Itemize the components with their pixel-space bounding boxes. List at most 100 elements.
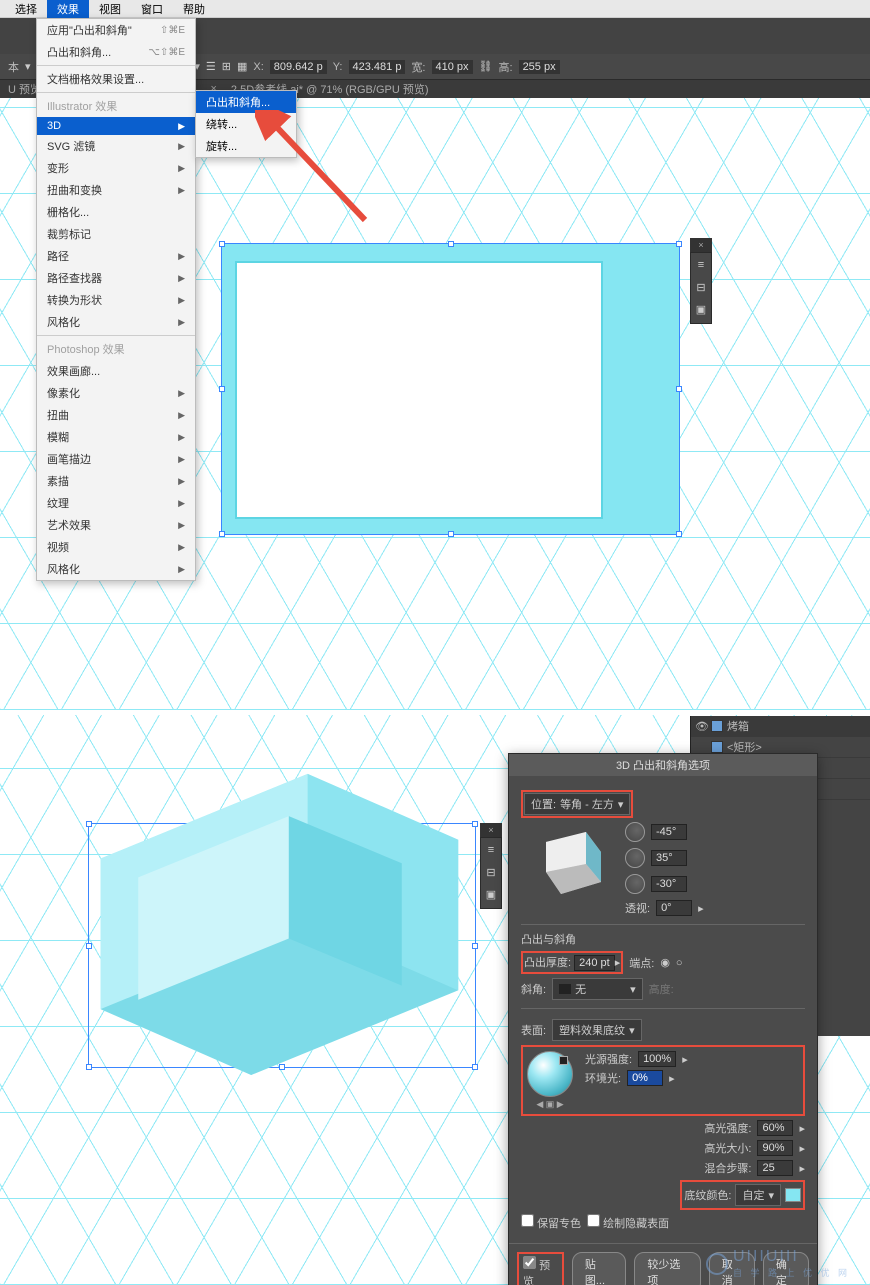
menu-doc-raster[interactable]: 文档栅格效果设置...	[37, 68, 195, 90]
menu-3d[interactable]: 3D▶	[37, 117, 195, 135]
eye-icon[interactable]: 👁	[695, 720, 707, 733]
height-label: 高度:	[649, 981, 674, 997]
menu-stylize[interactable]: 风格化▶	[37, 311, 195, 333]
menu-help[interactable]: 帮助	[173, 0, 215, 19]
mini-tools-panel: ≡ ⊟ ▣	[480, 837, 502, 909]
menu-section-ps: Photoshop 效果	[37, 338, 195, 360]
dialog-title: 3D 凸出和斜角选项	[509, 754, 817, 776]
bevel-label: 斜角:	[521, 981, 546, 997]
mini-panel-tab[interactable]: ×	[480, 823, 502, 837]
anchor-label: 本	[8, 59, 19, 75]
x-field[interactable]: 809.642 p	[270, 60, 327, 74]
distribute-icon[interactable]: ⊟	[484, 866, 498, 880]
mini-panel-tab[interactable]: ×	[690, 238, 712, 252]
h-label: 高:	[499, 59, 513, 75]
surface-dropdown[interactable]: 塑料效果底纹▾	[552, 1019, 642, 1041]
menu-cropmarks[interactable]: 裁剪标记	[37, 223, 195, 245]
highlight-field[interactable]: 60%	[757, 1120, 793, 1136]
x-label: X:	[253, 61, 263, 73]
depth-field[interactable]: 240 pt	[574, 955, 615, 971]
menu-pixelate[interactable]: 像素化▶	[37, 382, 195, 404]
menu-view[interactable]: 视图	[89, 0, 131, 19]
rot-x-dial[interactable]	[625, 822, 645, 842]
distribute-icon[interactable]: ⊟	[694, 281, 708, 295]
menu-blur[interactable]: 模糊▶	[37, 426, 195, 448]
extrude-section: 凸出与斜角 凸出厚度: 240 pt▸ 端点: ◉ ○ 斜角: 无▾ 高度:	[521, 924, 805, 1000]
bevel-dropdown[interactable]: 无▾	[552, 978, 643, 1000]
pathfinder-icon[interactable]: ▣	[694, 303, 708, 317]
shade-color-swatch[interactable]	[785, 1188, 801, 1202]
menu-artistic[interactable]: 艺术效果▶	[37, 514, 195, 536]
cube-preview[interactable]	[521, 822, 611, 902]
bottom-screenshot: × ≡ ⊟ ▣ 👁烤箱 <矩形> <圆> <复合路径> 3D 凸出和斜角选项 位…	[0, 715, 870, 1285]
fewer-options-button[interactable]: 较少选项	[634, 1252, 700, 1285]
rot-y-field[interactable]: 35°	[651, 850, 687, 866]
menu-stylize2[interactable]: 风格化▶	[37, 558, 195, 580]
cap-on-icon[interactable]: ◉	[660, 956, 670, 969]
grid-icon[interactable]: ▦	[237, 60, 247, 73]
top-screenshot: 选择 效果 视图 窗口 帮助 本▾ 不透明度: 100%▾ 样式: ▾ ☰ ⊞ …	[0, 0, 870, 710]
section-label: 凸出与斜角	[521, 931, 805, 947]
menu-distort[interactable]: 扭曲和变换▶	[37, 179, 195, 201]
menu-svg-filter[interactable]: SVG 滤镜▶	[37, 135, 195, 157]
artwork-3d-box[interactable]	[60, 755, 480, 1075]
y-label: Y:	[333, 61, 343, 73]
layer-name[interactable]: 烤箱	[727, 718, 749, 734]
annotation-arrow-icon	[255, 110, 375, 230]
menu-sketch[interactable]: 素描▶	[37, 470, 195, 492]
pathfinder-icon[interactable]: ▣	[484, 888, 498, 902]
light-sphere[interactable]	[527, 1051, 573, 1097]
menu-video[interactable]: 视频▶	[37, 536, 195, 558]
menu-section-ai: Illustrator 效果	[37, 95, 195, 117]
perspective-field[interactable]: 0°	[656, 900, 692, 916]
cap-label: 端点:	[629, 955, 654, 971]
align-icon[interactable]: ≡	[484, 844, 498, 858]
ambient-field[interactable]: 0%	[627, 1070, 663, 1086]
shade-color-dropdown[interactable]: 自定▾	[735, 1184, 781, 1206]
y-field[interactable]: 423.481 p	[349, 60, 406, 74]
light-intensity-field[interactable]: 100%	[638, 1051, 676, 1067]
menu-rasterize[interactable]: 栅格化...	[37, 201, 195, 223]
dialog-3d-extrude: 3D 凸出和斜角选项 位置: 等角 - 左方▾ -45° 35° -30°	[508, 753, 818, 1285]
rot-z-dial[interactable]	[625, 874, 645, 894]
align-icon[interactable]: ≡	[694, 259, 708, 273]
menu-texture[interactable]: 纹理▶	[37, 492, 195, 514]
menu-select[interactable]: 选择	[5, 0, 47, 19]
perspective-label: 透视:	[625, 900, 650, 916]
h-field[interactable]: 255 px	[519, 60, 560, 74]
menu-effect[interactable]: 效果	[47, 0, 89, 19]
transform-icon[interactable]: ⊞	[222, 60, 231, 73]
app-menubar: 选择 效果 视图 窗口 帮助	[0, 0, 870, 18]
menu-apply-last[interactable]: 应用"凸出和斜角"⇧⌘E	[37, 19, 195, 41]
mini-tools-panel: ≡ ⊟ ▣	[690, 252, 712, 324]
rot-y-dial[interactable]	[625, 848, 645, 868]
w-field[interactable]: 410 px	[432, 60, 473, 74]
watermark-logo-icon	[706, 1253, 728, 1275]
selection-bounds[interactable]	[221, 243, 680, 535]
menu-path[interactable]: 路径▶	[37, 245, 195, 267]
menu-warp[interactable]: 变形▶	[37, 157, 195, 179]
w-label: 宽:	[411, 59, 425, 75]
preview-checkbox[interactable]: 预览	[517, 1252, 564, 1285]
align-icon[interactable]: ☰	[206, 60, 216, 73]
rot-z-field[interactable]: -30°	[651, 876, 687, 892]
menu-convert-shape[interactable]: 转换为形状▶	[37, 289, 195, 311]
effect-dropdown: 应用"凸出和斜角"⇧⌘E 凸出和斜角...⌥⇧⌘E 文档栅格效果设置... Il…	[36, 18, 196, 581]
position-dropdown[interactable]: 位置: 等角 - 左方▾	[524, 793, 630, 815]
menu-distort2[interactable]: 扭曲▶	[37, 404, 195, 426]
menu-last-effect[interactable]: 凸出和斜角...⌥⇧⌘E	[37, 41, 195, 63]
menu-window[interactable]: 窗口	[131, 0, 173, 19]
surface-label: 表面:	[521, 1022, 546, 1038]
draw-hidden-checkbox[interactable]: 绘制隐藏表面	[587, 1214, 669, 1231]
map-art-button[interactable]: 贴图...	[572, 1252, 627, 1285]
blend-steps-field[interactable]: 25	[757, 1160, 793, 1176]
rot-x-field[interactable]: -45°	[651, 824, 687, 840]
cap-off-icon[interactable]: ○	[676, 957, 683, 969]
watermark: UIIIUIII 自 学 路 上 优 优 网	[706, 1248, 850, 1279]
link-wh-icon[interactable]: ⛓	[479, 60, 493, 73]
menu-gallery[interactable]: 效果画廊...	[37, 360, 195, 382]
menu-pathfinder[interactable]: 路径查找器▶	[37, 267, 195, 289]
preserve-spot-checkbox[interactable]: 保留专色	[521, 1214, 581, 1231]
menu-brush[interactable]: 画笔描边▶	[37, 448, 195, 470]
highlight-size-field[interactable]: 90%	[757, 1140, 793, 1156]
